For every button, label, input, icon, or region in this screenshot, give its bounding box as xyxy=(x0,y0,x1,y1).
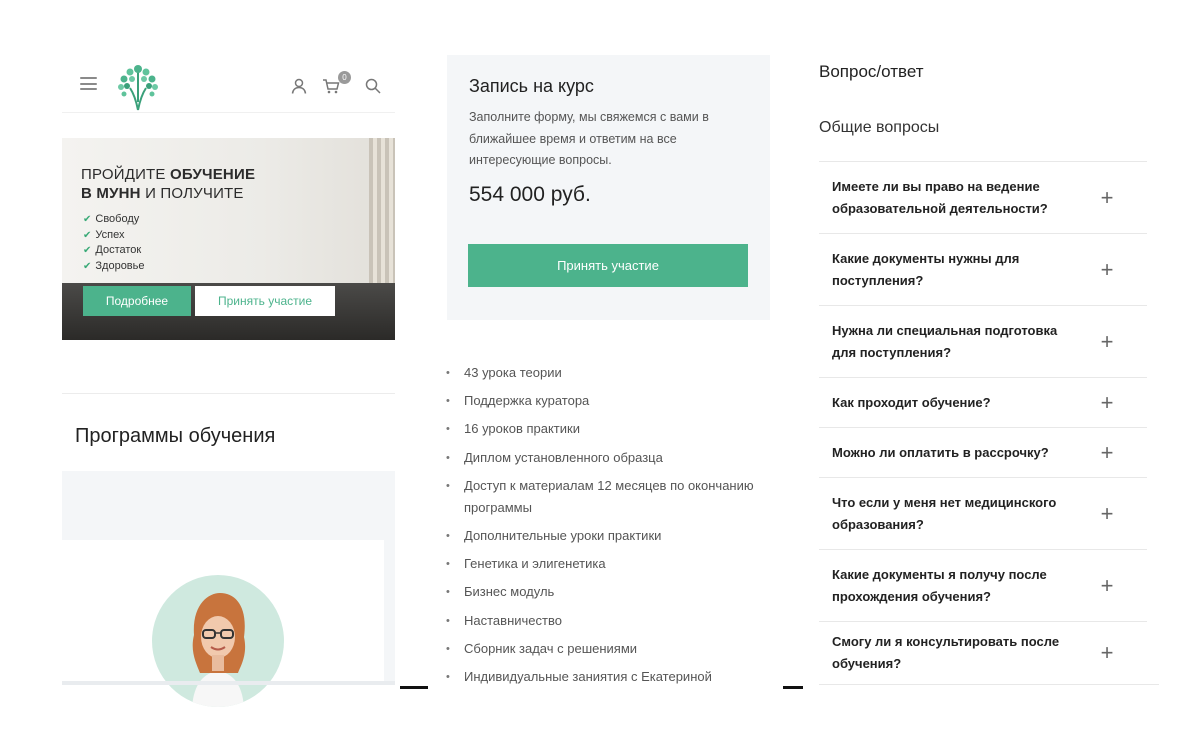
search-icon[interactable] xyxy=(364,77,382,95)
faq-item[interactable]: Что если у меня нет медицинского образов… xyxy=(819,477,1147,549)
faq-question: Какие документы нужны для поступления? xyxy=(832,250,1020,288)
benefit-item: ✔ Свободу xyxy=(83,212,145,228)
faq-subtitle: Общие вопросы xyxy=(819,119,940,136)
programs-heading: Программы обучения xyxy=(75,425,276,447)
separator-mark xyxy=(783,686,803,689)
feature-item: Доступ к материалам 12 месяцев по оконча… xyxy=(446,475,766,519)
faq-question: Смогу ли я консультировать после обучени… xyxy=(832,633,1060,671)
check-icon: ✔ xyxy=(83,214,92,225)
faq-question: Что если у меня нет медицинского образов… xyxy=(832,494,1057,532)
faq-question: Как проходит обучение? xyxy=(832,394,991,410)
plus-icon[interactable]: + xyxy=(1095,390,1119,415)
tree-logo-icon[interactable] xyxy=(112,60,164,112)
feature-item: 16 уроков практики xyxy=(446,418,766,440)
plus-icon[interactable]: + xyxy=(1095,329,1119,354)
faq-item[interactable]: Имеете ли вы право на ведение образовате… xyxy=(819,161,1147,233)
feature-item: Сборник задач с решениями xyxy=(446,638,766,660)
check-icon: ✔ xyxy=(83,260,92,272)
faq-item[interactable]: Смогу ли я консультировать после обучени… xyxy=(819,621,1147,683)
teacher-avatar xyxy=(152,575,284,707)
plus-icon[interactable]: + xyxy=(1095,185,1119,210)
faq-item[interactable]: Как проходит обучение? + xyxy=(819,377,1147,427)
panel-bottom-bar xyxy=(62,681,395,685)
mobile-home-panel: 0 ПРОЙДИТЕ ОБУЧЕНИЕ В МУНН И ПОЛУЧИТЕ ✔ С… xyxy=(62,55,395,707)
faq-bottom-divider xyxy=(819,684,1159,685)
hamburger-menu-icon[interactable] xyxy=(80,77,97,90)
feature-item: Диплом установленного образца xyxy=(446,447,766,469)
plus-icon[interactable]: + xyxy=(1095,257,1119,282)
feature-item: 43 урока теории xyxy=(446,362,766,384)
signup-title: Запись на курс xyxy=(469,76,594,96)
separator-mark xyxy=(400,686,428,689)
feature-item: Бизнес модуль xyxy=(446,581,766,603)
feature-item: Наставничество xyxy=(446,610,766,632)
plus-icon[interactable]: + xyxy=(1095,501,1119,526)
faq-item[interactable]: Можно ли оплатить в рассрочку? + xyxy=(819,427,1147,477)
faq-item[interactable]: Нужна ли специальная подготовка для пост… xyxy=(819,305,1147,377)
faq-question: Нужна ли специальная подготовка для пост… xyxy=(832,322,1058,360)
faq-item[interactable]: Какие документы я получу после прохожден… xyxy=(819,549,1147,621)
cart-icon[interactable] xyxy=(322,77,340,95)
teacher-photo-illustration xyxy=(192,593,246,707)
faq-accordion: Имеете ли вы право на ведение образовате… xyxy=(819,161,1147,683)
more-button[interactable]: Подробнее xyxy=(83,286,191,316)
join-button[interactable]: Принять участие xyxy=(195,286,335,316)
feature-item: Дополнительные уроки практики xyxy=(446,525,766,547)
check-icon: ✔ xyxy=(83,245,92,256)
signup-description: Заполните форму, мы свяжемся с вами в бл… xyxy=(469,110,709,167)
plus-icon[interactable]: + xyxy=(1095,440,1119,465)
course-features-list: 43 урока теории Поддержка куратора 16 ур… xyxy=(446,362,766,694)
benefit-item: ✔ Здоровье xyxy=(83,259,145,275)
section-divider xyxy=(62,393,395,394)
feature-item: Поддержка куратора xyxy=(446,390,766,412)
benefits-list: ✔ Свободу ✔ Успех ✔ Достаток ✔ Здоровье xyxy=(83,212,145,274)
faq-question: Какие документы я получу после прохожден… xyxy=(832,566,1047,604)
course-price: 554 000 руб. xyxy=(469,183,591,206)
cart-count-badge: 0 xyxy=(338,71,351,84)
banner-headline: ПРОЙДИТЕ ОБУЧЕНИЕ В МУНН И ПОЛУЧИТЕ xyxy=(81,166,256,202)
faq-item[interactable]: Какие документы нужны для поступления? + xyxy=(819,233,1147,305)
faq-title: Вопрос/ответ xyxy=(819,62,924,81)
feature-item: Генетика и элигенетика xyxy=(446,553,766,575)
faq-question: Имеете ли вы право на ведение образовате… xyxy=(832,178,1048,216)
plus-icon[interactable]: + xyxy=(1095,573,1119,598)
user-icon[interactable] xyxy=(290,77,308,95)
faq-question: Можно ли оплатить в рассрочку? xyxy=(832,444,1049,460)
hero-banner: ПРОЙДИТЕ ОБУЧЕНИЕ В МУНН И ПОЛУЧИТЕ ✔ Сво… xyxy=(62,138,395,340)
plus-icon[interactable]: + xyxy=(1095,640,1119,665)
site-header: 0 xyxy=(62,55,395,113)
wood-slats-decor xyxy=(369,138,395,288)
check-icon: ✔ xyxy=(83,229,92,241)
participate-button[interactable]: Принять участие xyxy=(468,244,748,287)
course-signup-box: Запись на курс Заполните форму, мы свяже… xyxy=(447,55,770,320)
benefit-item: ✔ Успех xyxy=(83,228,145,244)
feature-item: Индивидуальные заниятия с Екатериной xyxy=(446,666,766,688)
benefit-item: ✔ Достаток xyxy=(83,243,145,259)
